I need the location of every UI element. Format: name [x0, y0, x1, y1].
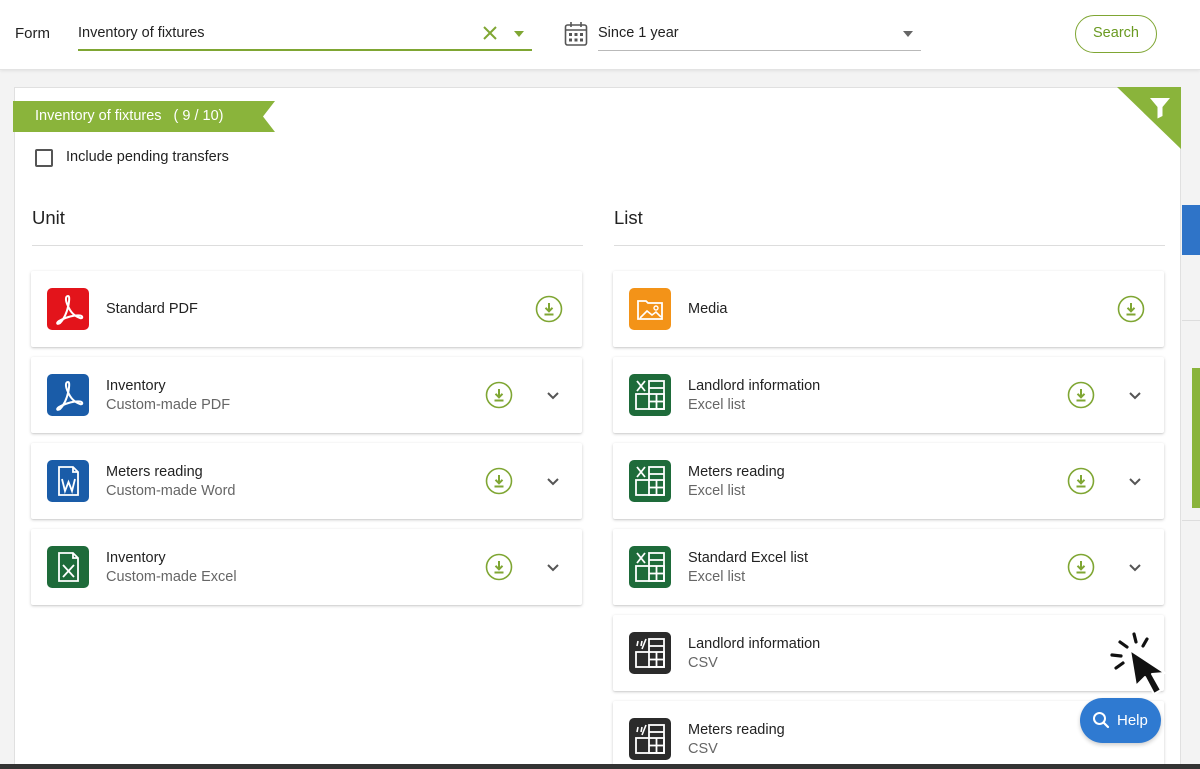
export-subtitle: Excel list — [688, 569, 746, 585]
side-tab-blue — [1182, 205, 1200, 255]
unit-export-card[interactable]: Standard PDF — [31, 271, 582, 347]
form-select[interactable]: Inventory of fixtures — [78, 18, 532, 51]
list-export-card[interactable]: Landlord information Excel list — [613, 357, 1164, 433]
side-divider — [1182, 520, 1200, 521]
chevron-down-icon[interactable] — [546, 474, 560, 486]
export-title: Meters reading — [688, 464, 785, 480]
panel-ribbon: Inventory of fixtures ( 9 / 10) — [13, 101, 275, 132]
download-icon[interactable] — [1117, 295, 1145, 323]
period-select[interactable]: Since 1 year — [598, 18, 921, 51]
side-tab-green — [1192, 368, 1200, 508]
unit-column-title: Unit — [32, 207, 65, 228]
form-select-value: Inventory of fixtures — [78, 25, 205, 41]
list-export-card[interactable]: Meters reading Excel list — [613, 443, 1164, 519]
search-icon — [1093, 712, 1110, 729]
bottom-bar — [0, 764, 1200, 769]
export-title: Meters reading — [106, 464, 203, 480]
unit-divider — [32, 245, 583, 246]
ribbon-title: Inventory of fixtures — [35, 108, 162, 124]
list-export-card[interactable]: Media — [613, 271, 1164, 347]
export-subtitle: CSV — [688, 655, 718, 671]
list-export-card[interactable]: Standard Excel list Excel list — [613, 529, 1164, 605]
caret-down-icon[interactable] — [903, 31, 913, 37]
export-subtitle: Excel list — [688, 483, 746, 499]
help-label: Help — [1117, 712, 1148, 729]
caret-down-icon[interactable] — [514, 31, 524, 37]
export-subtitle: Custom-made Excel — [106, 569, 237, 585]
pending-transfers-label: Include pending transfers — [66, 149, 229, 165]
filter-icon[interactable] — [1117, 87, 1181, 149]
period-select-value: Since 1 year — [598, 25, 679, 41]
export-title: Landlord information — [688, 378, 821, 394]
list-column-title: List — [614, 207, 643, 228]
ribbon-count: ( 9 / 10) — [173, 108, 224, 124]
export-subtitle: Custom-made Word — [106, 483, 236, 499]
export-title: Meters reading — [688, 722, 785, 738]
download-icon[interactable] — [485, 553, 513, 581]
form-label: Form — [15, 25, 50, 42]
csv-icon — [629, 718, 671, 760]
search-button[interactable]: Search — [1075, 15, 1157, 53]
unit-export-card[interactable]: Meters reading Custom-made Word — [31, 443, 582, 519]
download-icon[interactable] — [1067, 467, 1095, 495]
download-icon[interactable] — [485, 467, 513, 495]
excel-table-icon — [629, 374, 671, 416]
side-divider — [1182, 320, 1200, 321]
chevron-down-icon[interactable] — [1128, 388, 1142, 400]
word-icon — [47, 460, 89, 502]
export-subtitle: Excel list — [688, 397, 746, 413]
top-bar: Form Inventory of fixtures Since 1 year … — [0, 0, 1200, 70]
pdf-icon — [47, 374, 89, 416]
media-icon — [629, 288, 671, 330]
export-title: Landlord information — [688, 636, 821, 652]
chevron-down-icon[interactable] — [546, 560, 560, 572]
unit-export-card[interactable]: Inventory Custom-made Excel — [31, 529, 582, 605]
chevron-down-icon[interactable] — [1128, 474, 1142, 486]
download-icon[interactable] — [1067, 381, 1095, 409]
export-title: Standard PDF — [106, 301, 198, 317]
unit-export-card[interactable]: Inventory Custom-made PDF — [31, 357, 582, 433]
chevron-down-icon[interactable] — [546, 388, 560, 400]
csv-icon — [629, 632, 671, 674]
export-subtitle: CSV — [688, 741, 718, 757]
calendar-icon — [564, 22, 588, 46]
download-icon[interactable] — [1067, 553, 1095, 581]
excel-table-icon — [629, 460, 671, 502]
export-title: Inventory — [106, 378, 166, 394]
list-export-card[interactable]: Landlord information CSV — [613, 615, 1164, 691]
excel-table-icon — [629, 546, 671, 588]
export-subtitle: Custom-made PDF — [106, 397, 231, 413]
excel-icon — [47, 546, 89, 588]
export-title: Inventory — [106, 550, 166, 566]
download-icon[interactable] — [485, 381, 513, 409]
pdf-icon — [47, 288, 89, 330]
export-title: Standard Excel list — [688, 550, 809, 566]
download-icon[interactable] — [535, 295, 563, 323]
cursor-click-icon — [1110, 632, 1166, 695]
export-title: Media — [688, 301, 728, 317]
chevron-down-icon[interactable] — [1128, 560, 1142, 572]
pending-transfers-checkbox[interactable] — [35, 149, 53, 167]
list-divider — [614, 245, 1165, 246]
clear-icon[interactable] — [480, 23, 500, 43]
help-button[interactable]: Help — [1080, 698, 1161, 743]
